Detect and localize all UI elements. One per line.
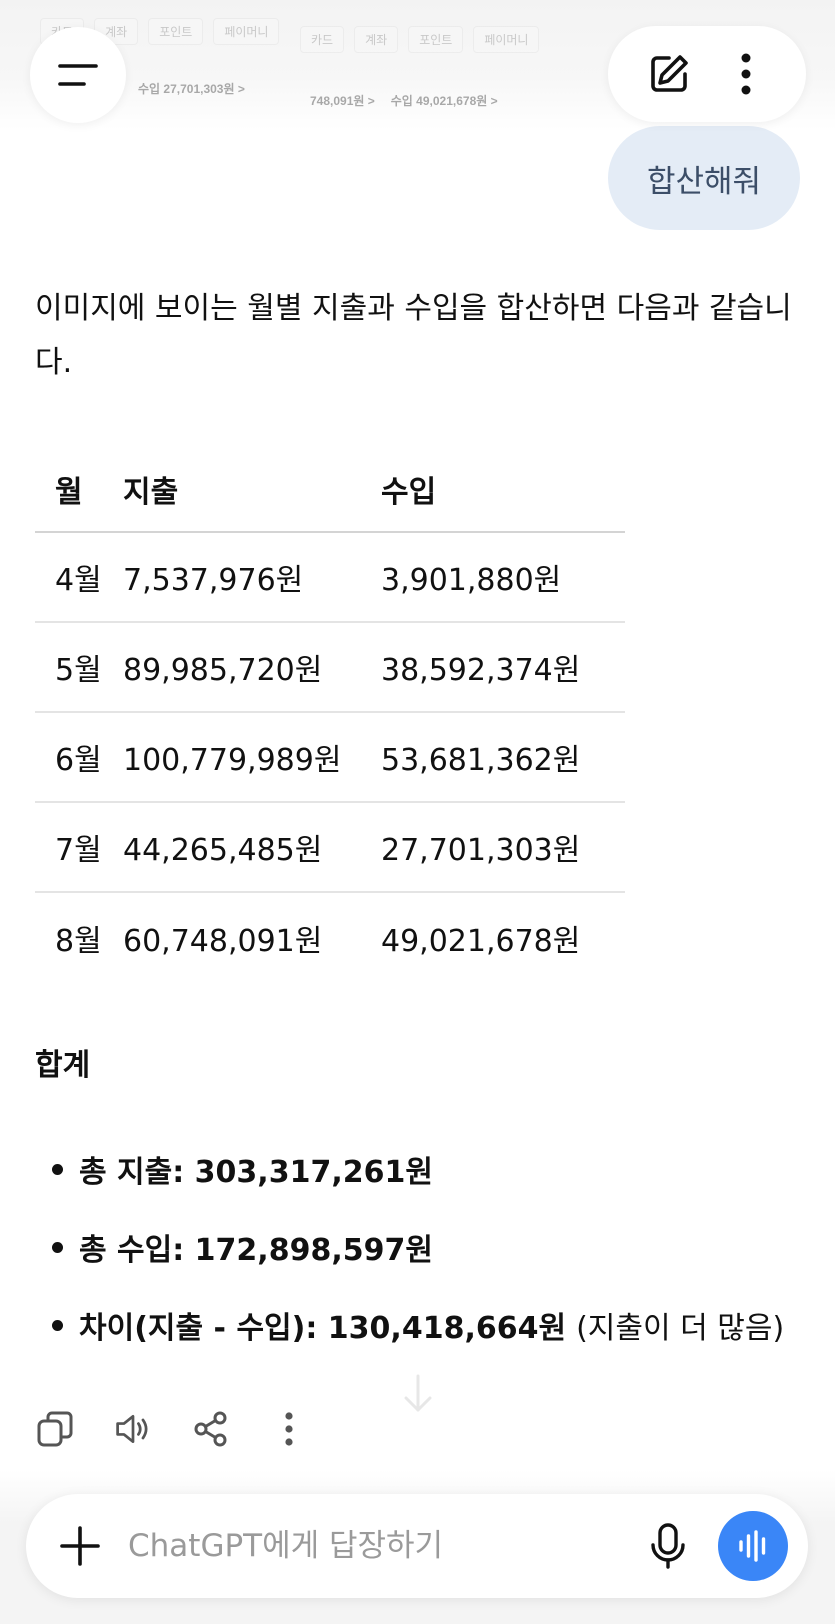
preview-tab: 포인트	[148, 18, 204, 45]
cell-expense: 60,748,091원	[123, 923, 323, 959]
difference-note: (지출이 더 많음)	[576, 1311, 785, 1346]
column-header-expense: 지출	[123, 446, 381, 533]
preview-income-right: 748,091원 > 수입 49,021,678원 >	[310, 92, 498, 109]
column-header-income: 수입	[381, 446, 625, 533]
message-input[interactable]	[128, 1528, 640, 1564]
cell-month: 7월	[35, 802, 123, 893]
preview-tab: 페이머니	[213, 18, 280, 45]
cell-expense: 100,779,989원	[123, 712, 381, 803]
microphone-icon	[651, 1523, 685, 1569]
cell-month: 6월	[35, 712, 123, 803]
more-options-button[interactable]	[718, 46, 774, 102]
list-item: 차이(지출 - 수입): 130,418,664원 (지출이 더 많음)	[52, 1286, 784, 1364]
menu-button[interactable]	[30, 27, 126, 123]
read-aloud-button[interactable]	[114, 1410, 152, 1448]
arrow-down-icon[interactable]	[396, 1372, 440, 1416]
cell-income: 3,901,880원	[381, 532, 625, 623]
more-vertical-icon	[741, 53, 750, 95]
table-row: 7월 44,265,485원 27,701,303원	[35, 802, 625, 893]
cell-month: 4월	[35, 532, 123, 623]
cell-month: 8월	[55, 923, 102, 959]
cell-expense: 7,537,976원	[123, 532, 381, 623]
plus-icon	[60, 1526, 100, 1566]
edit-icon	[650, 55, 688, 92]
cell-income: 53,681,362원	[381, 712, 625, 803]
more-vertical-icon	[285, 1412, 293, 1446]
cell-income: 49,021,678원	[381, 923, 581, 959]
bullet-icon	[52, 1241, 63, 1253]
table-header-row: 월 지출 수입	[35, 446, 625, 533]
total-income: 총 수입: 172,898,597원	[79, 1233, 433, 1268]
cell-expense: 89,985,720원	[123, 622, 381, 713]
table-row: 6월 100,779,989원 53,681,362원	[35, 712, 625, 803]
share-icon	[194, 1411, 227, 1447]
preview-expense-text: 748,091원 >	[310, 94, 375, 108]
preview-tab: 카드	[300, 26, 345, 53]
preview-income-text: 수입 49,021,678원 >	[390, 94, 498, 108]
column-header-month: 월	[35, 446, 123, 533]
totals-heading: 합계	[35, 1048, 91, 1083]
response-actions	[36, 1404, 316, 1454]
cell-income: 27,701,303원	[381, 802, 625, 893]
list-item: 총 지출: 303,317,261원	[52, 1130, 784, 1208]
add-attachment-button[interactable]	[54, 1520, 106, 1572]
total-difference: 차이(지출 - 수입): 130,418,664원	[79, 1311, 567, 1346]
table-row: 8월 60,748,091원 49,021,678원	[35, 892, 625, 982]
copy-button[interactable]	[36, 1410, 74, 1448]
list-item: 총 수입: 172,898,597원	[52, 1208, 784, 1286]
bullet-icon	[52, 1319, 63, 1331]
user-message-bubble: 합산해줘	[608, 126, 800, 230]
cell-expense: 44,265,485원	[123, 802, 381, 893]
speaker-icon	[116, 1414, 148, 1444]
header-actions	[608, 26, 806, 122]
new-chat-button[interactable]	[641, 46, 697, 102]
table-row: 4월 7,537,976원 3,901,880원	[35, 532, 625, 623]
preview-income-left: 수입 27,701,303원 >	[138, 82, 245, 96]
table-row: 5월 89,985,720원 38,592,374원	[35, 622, 625, 713]
hamburger-icon	[58, 64, 98, 86]
preview-tab: 포인트	[408, 26, 464, 53]
bullet-icon	[52, 1163, 63, 1175]
voice-mode-button[interactable]	[718, 1511, 788, 1581]
copy-icon	[37, 1411, 73, 1447]
totals-list: 총 지출: 303,317,261원 총 수입: 172,898,597원 차이…	[52, 1130, 784, 1364]
share-button[interactable]	[192, 1410, 230, 1448]
cell-income: 38,592,374원	[381, 622, 625, 713]
voice-waveform-icon	[739, 1530, 766, 1562]
response-more-button[interactable]	[270, 1410, 308, 1448]
message-composer	[26, 1494, 808, 1598]
dictation-button[interactable]	[640, 1518, 696, 1574]
preview-tab: 페이머니	[473, 26, 540, 53]
cell-month: 5월	[35, 622, 123, 713]
preview-tab: 계좌	[354, 26, 399, 53]
preview-tabs-right: 카드 계좌 포인트 페이머니	[300, 26, 540, 53]
monthly-summary-table: 월 지출 수입 4월 7,537,976원 3,901,880원 5월 89,9…	[35, 446, 625, 982]
total-expense: 총 지출: 303,317,261원	[79, 1155, 433, 1190]
answer-intro-text: 이미지에 보이는 월별 지출과 수입을 합산하면 다음과 같습니다.	[35, 291, 792, 380]
